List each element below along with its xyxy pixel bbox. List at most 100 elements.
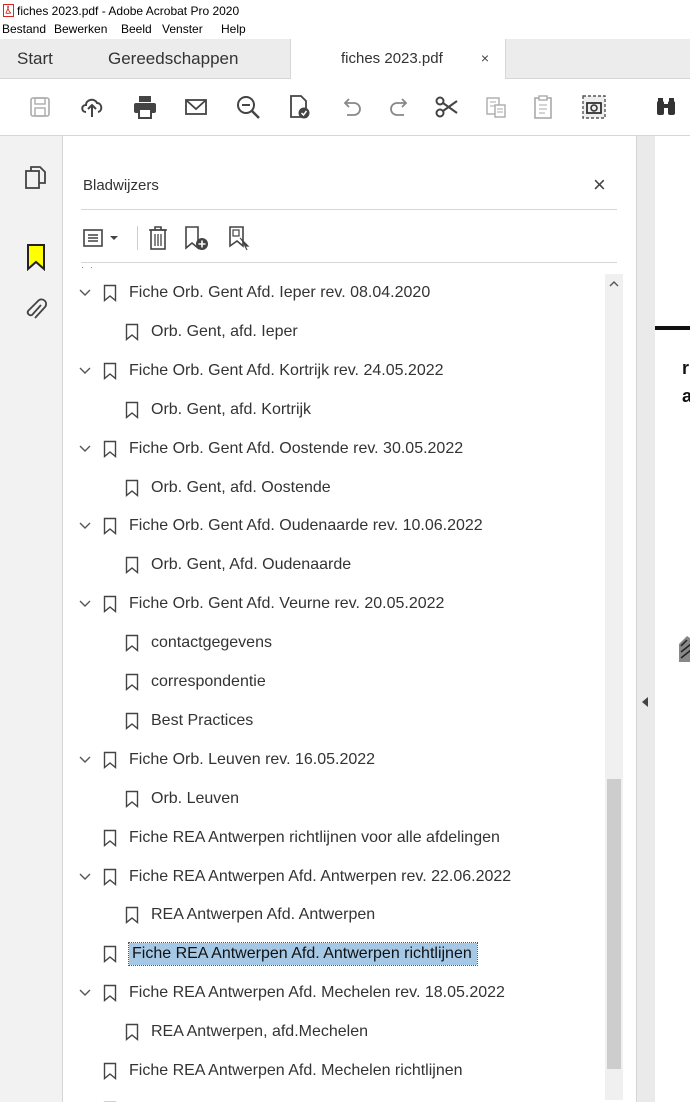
- bookmark-row[interactable]: correspondentie: [63, 665, 613, 699]
- bookmark-label: Fiche REA Antwerpen Afd. Antwerpen rev. …: [129, 868, 512, 885]
- redo-icon[interactable]: [386, 93, 414, 121]
- new-bookmark-from-structure-icon[interactable]: [227, 224, 253, 252]
- bookmark-row[interactable]: Fiche REA Antwerpen Afd. Turnhout rev. 1…: [63, 1093, 613, 1102]
- bookmark-label: REA Antwerpen Afd. Antwerpen: [151, 906, 376, 923]
- find-binoculars-icon[interactable]: [652, 93, 680, 121]
- navigation-rail: [0, 136, 63, 1102]
- document-view[interactable]: r a: [655, 136, 690, 1102]
- chevron-down-icon[interactable]: [79, 754, 91, 766]
- bookmark-icon: [103, 945, 117, 963]
- bookmark-label: Fiche Orb. Leuven rev. 16.05.2022: [129, 751, 376, 768]
- panel-close-icon[interactable]: ×: [593, 172, 606, 198]
- panel-divider-2: [81, 262, 617, 263]
- window-title: fiches 2023.pdf - Adobe Acrobat Pro 2020: [17, 4, 240, 18]
- chevron-down-icon[interactable]: [79, 520, 91, 532]
- tab-document[interactable]: fiches 2023.pdf ×: [290, 39, 506, 79]
- new-bookmark-icon[interactable]: [183, 224, 209, 252]
- bookmark-row[interactable]: Fiche REA Antwerpen Afd. Mechelen richtl…: [63, 1054, 613, 1088]
- print-icon[interactable]: [131, 93, 159, 121]
- chevron-down-icon[interactable]: [79, 871, 91, 883]
- pages-icon[interactable]: [24, 165, 48, 191]
- upload-cloud-icon[interactable]: [78, 93, 106, 121]
- chevron-down-icon[interactable]: [79, 987, 91, 999]
- attachment-icon[interactable]: [24, 298, 48, 322]
- bookmark-row[interactable]: Fiche Orb. Gent Afd. Veurne rev. 20.05.2…: [63, 587, 613, 621]
- menu-venster[interactable]: Venster: [162, 22, 203, 36]
- bookmark-row[interactable]: Fiche Orb. Gent Afd. Kortrijk rev. 24.05…: [63, 354, 613, 388]
- bookmark-row[interactable]: Fiche REA Antwerpen Afd. Antwerpen rev. …: [63, 860, 613, 894]
- bookmark-scrollbar[interactable]: [605, 274, 623, 1100]
- bookmark-label: Orb. Gent, afd. Kortrijk: [151, 401, 312, 418]
- bookmark-row[interactable]: Orb. Gent, Afd. Oudenaarde: [63, 548, 613, 582]
- bookmark-row[interactable]: Fiche Orb. Leuven rev. 16.05.2022: [63, 743, 613, 777]
- main-toolbar: [0, 79, 690, 136]
- scroll-up-icon[interactable]: [609, 280, 619, 288]
- bookmark-icon: [125, 1023, 139, 1041]
- scrollbar-thumb[interactable]: [607, 779, 621, 1069]
- bookmark-icon: [125, 401, 139, 419]
- menu-bewerken[interactable]: Bewerken: [54, 22, 107, 36]
- bookmark-label: Best Practices: [151, 712, 254, 729]
- bookmark-row[interactable]: Orb. Gent, afd. Oostende: [63, 471, 613, 505]
- collapse-panel-icon[interactable]: [641, 696, 649, 708]
- bookmark-row[interactable]: Orb. Leuven: [63, 782, 613, 816]
- menu-beeld[interactable]: Beeld: [121, 22, 152, 36]
- bookmark-label: Fiche Orb. Gent Afd. Ieper rev. 08.04.20…: [129, 284, 431, 301]
- panel-splitter[interactable]: [636, 136, 656, 1102]
- document-text-fragment: a: [682, 386, 690, 406]
- bookmark-icon: [103, 517, 117, 535]
- panel-title: Bladwijzers: [83, 177, 159, 194]
- tab-bar: Start Gereedschappen fiches 2023.pdf ×: [0, 39, 690, 79]
- document-image-fragment: [679, 636, 690, 662]
- chevron-down-icon[interactable]: [79, 443, 91, 455]
- bookmark-row[interactable]: Orb. Gent, afd. Kortrijk: [63, 393, 613, 427]
- chevron-down-icon[interactable]: [79, 287, 91, 299]
- bookmark-row[interactable]: Fiche Orb. Gent Afd. Oostende rev. 30.05…: [63, 432, 613, 466]
- chevron-down-icon[interactable]: [79, 598, 91, 610]
- bookmark-row[interactable]: REA Antwerpen Afd. Antwerpen: [63, 898, 613, 932]
- bookmark-icon: [125, 556, 139, 574]
- bookmark-row[interactable]: contactgegevens: [63, 626, 613, 660]
- bookmark-icon: [103, 829, 117, 847]
- tab-close-icon[interactable]: ×: [481, 39, 489, 78]
- bookmark-icon: [103, 440, 117, 458]
- save-icon[interactable]: [26, 93, 54, 121]
- snapshot-camera-icon[interactable]: [580, 93, 608, 121]
- bookmark-label: REA Antwerpen, afd.Mechelen: [151, 1023, 369, 1040]
- menu-help[interactable]: Help: [221, 22, 246, 36]
- undo-icon[interactable]: [337, 93, 365, 121]
- menu-bestand[interactable]: Bestand: [2, 22, 46, 36]
- delete-trash-icon[interactable]: [146, 224, 170, 252]
- bookmark-label: Fiche Orb. Gent Afd. Kortrijk rev. 24.05…: [129, 362, 444, 379]
- bookmark-label: Orb. Leuven: [151, 790, 240, 807]
- email-icon[interactable]: [182, 93, 210, 121]
- sign-document-icon[interactable]: [285, 93, 313, 121]
- tab-start[interactable]: Start: [17, 39, 53, 78]
- bookmark-row[interactable]: Fiche Orb. Gent Afd. Ieper rev. 08.04.20…: [63, 276, 613, 310]
- scissors-icon[interactable]: [433, 93, 461, 121]
- bookmark-label: Fiche Orb. Gent Afd. Veurne rev. 20.05.2…: [129, 595, 445, 612]
- bookmark-row[interactable]: Fiche REA Antwerpen richtlijnen voor all…: [63, 821, 613, 855]
- title-bar: fiches 2023.pdf - Adobe Acrobat Pro 2020: [0, 0, 690, 22]
- zoom-search-icon[interactable]: [234, 93, 262, 121]
- tab-document-label: fiches 2023.pdf: [341, 50, 443, 67]
- bookmark-row[interactable]: Fiche Orb. Gent Afd. Oudenaarde rev. 10.…: [63, 509, 613, 543]
- bookmark-row[interactable]: Fiche REA Antwerpen Afd. Mechelen rev. 1…: [63, 976, 613, 1010]
- chevron-down-icon[interactable]: [79, 365, 91, 377]
- bookmark-row[interactable]: Best Practices: [63, 704, 613, 738]
- form-fields-icon[interactable]: [482, 93, 510, 121]
- bookmark-row-selected[interactable]: Fiche REA Antwerpen Afd. Antwerpen richt…: [63, 937, 613, 971]
- bookmarks-tab[interactable]: [20, 240, 54, 274]
- bookmarks-panel: Bladwijzers × ·· Fiche Orb. Gent Afd. Ie…: [63, 136, 636, 1102]
- options-menu-icon[interactable]: [83, 224, 127, 252]
- bookmark-row[interactable]: Orb. Gent, afd. Ieper: [63, 315, 613, 349]
- bookmark-icon: [103, 595, 117, 613]
- bookmark-tree: Fiche Orb. Gent Afd. Ieper rev. 08.04.20…: [63, 276, 613, 1102]
- bookmark-icon: [103, 362, 117, 380]
- clipboard-icon[interactable]: [529, 93, 557, 121]
- bookmark-row[interactable]: REA Antwerpen, afd.Mechelen: [63, 1015, 613, 1049]
- bookmark-label: Fiche REA Antwerpen Afd. Mechelen rev. 1…: [129, 984, 505, 1001]
- bookmark-label: Fiche REA Antwerpen Afd. Mechelen richtl…: [129, 1062, 463, 1079]
- bookmark-label: Fiche REA Antwerpen Afd. Antwerpen richt…: [128, 942, 478, 966]
- tab-tools[interactable]: Gereedschappen: [108, 39, 238, 78]
